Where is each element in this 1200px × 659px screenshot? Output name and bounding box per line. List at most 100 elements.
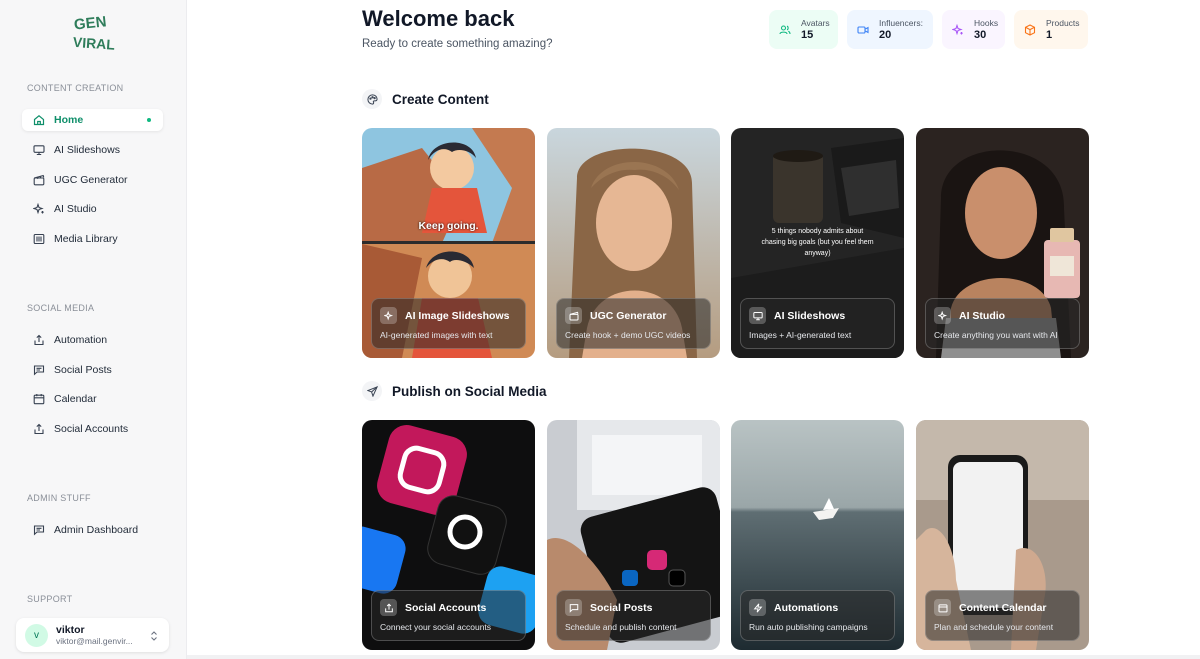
section-title: Publish on Social Media — [392, 383, 547, 399]
monitor-icon — [33, 144, 45, 156]
stat-products[interactable]: Products 1 — [1014, 10, 1088, 49]
sparkles-icon — [934, 307, 951, 324]
card-social-posts[interactable]: Social Posts Schedule and publish conten… — [547, 420, 720, 650]
sidebar-item-social-accounts[interactable]: Social Accounts — [22, 418, 163, 440]
user-account-menu[interactable]: v viktor viktor@mail.genvir... — [16, 618, 169, 652]
users-icon — [777, 22, 792, 37]
card-title: AI Studio — [959, 309, 1006, 322]
stat-hooks[interactable]: Hooks 30 — [942, 10, 1005, 49]
monitor-icon — [749, 307, 766, 324]
card-overlay: Social Posts Schedule and publish conten… — [556, 590, 711, 641]
sparkles-icon — [33, 203, 45, 215]
calendar-icon — [33, 393, 45, 405]
sidebar-item-ugc-generator[interactable]: UGC Generator — [22, 169, 163, 191]
svg-text:VIRAL: VIRAL — [72, 34, 115, 53]
stat-influencers[interactable]: Influencers: 20 — [847, 10, 933, 49]
card-title: Social Posts — [590, 601, 653, 614]
zap-icon — [749, 599, 766, 616]
section-header-create-content: Create Content — [362, 89, 489, 109]
send-icon — [362, 381, 382, 401]
home-icon — [33, 114, 45, 126]
stat-value: 15 — [801, 29, 814, 41]
card-overlay: AI Slideshows Images + AI-generated text — [740, 298, 895, 349]
stat-avatars[interactable]: Avatars 15 — [769, 10, 838, 49]
sidebar-item-label: Home — [54, 114, 84, 126]
sidebar-item-admin-dashboard[interactable]: Admin Dashboard — [22, 519, 163, 541]
sidebar-item-home[interactable]: Home — [22, 109, 163, 131]
card-content-calendar[interactable]: Content Calendar Plan and schedule your … — [916, 420, 1089, 650]
card-social-accounts[interactable]: Social Accounts Connect your social acco… — [362, 420, 535, 650]
sparkles-icon — [950, 22, 965, 37]
stat-label: Hooks — [974, 18, 999, 28]
avatar: v — [25, 623, 48, 647]
message-square-icon — [565, 599, 582, 616]
sidebar-item-label: AI Studio — [54, 203, 97, 215]
user-name: viktor — [56, 624, 85, 636]
sidebar-item-label: Social Accounts — [54, 423, 129, 435]
section-title-support: SUPPORT — [27, 594, 73, 604]
card-title: AI Image Slideshows — [405, 309, 510, 322]
card-overlay: UGC Generator Create hook + demo UGC vid… — [556, 298, 711, 349]
stat-value: 20 — [879, 29, 892, 41]
sidebar-item-ai-studio[interactable]: AI Studio — [22, 198, 163, 220]
sidebar-item-media-library[interactable]: Media Library — [22, 228, 163, 250]
card-description: Plan and schedule your content — [934, 622, 1054, 632]
message-square-icon — [33, 364, 45, 376]
clapperboard-icon — [33, 174, 45, 186]
page-subtitle: Ready to create something amazing? — [362, 38, 553, 50]
card-ai-slideshows[interactable]: 5 things nobody admits about chasing big… — [731, 128, 904, 358]
card-overlay: Automations Run auto publishing campaign… — [740, 590, 895, 641]
sidebar-item-label: Media Library — [54, 233, 118, 245]
package-icon — [1022, 22, 1037, 37]
card-description: Images + AI-generated text — [749, 330, 852, 340]
library-icon — [33, 233, 45, 245]
sidebar-item-label: Automation — [54, 334, 108, 346]
stat-label: Avatars — [801, 18, 830, 28]
svg-text:GEN: GEN — [73, 13, 107, 33]
user-email: viktor@mail.genvir... — [56, 636, 133, 646]
stat-label: Products — [1046, 18, 1080, 28]
card-ai-studio[interactable]: AI Studio Create anything you want with … — [916, 128, 1089, 358]
card-ai-image-slideshows[interactable]: Keep going. AI Image Slideshows AI-gener… — [362, 128, 535, 358]
palette-icon — [362, 89, 382, 109]
section-header-publish: Publish on Social Media — [362, 381, 547, 401]
active-indicator-dot — [147, 118, 151, 122]
video-icon — [855, 22, 870, 37]
card-title: Content Calendar — [959, 601, 1047, 614]
sidebar-item-label: UGC Generator — [54, 174, 128, 186]
card-title: AI Slideshows — [774, 309, 846, 322]
card-title: Social Accounts — [405, 601, 487, 614]
sidebar-item-label: Social Posts — [54, 364, 112, 376]
sidebar-item-automation[interactable]: Automation — [22, 329, 163, 351]
card-description: AI-generated images with text — [380, 330, 493, 340]
card-description: Run auto publishing campaigns — [749, 622, 868, 632]
sidebar-item-social-posts[interactable]: Social Posts — [22, 359, 163, 381]
section-title: Create Content — [392, 91, 489, 107]
message-square-icon — [33, 524, 45, 536]
section-title-admin-stuff: ADMIN STUFF — [27, 493, 91, 503]
card-overlay: Content Calendar Plan and schedule your … — [925, 590, 1080, 641]
card-automations[interactable]: Automations Run auto publishing campaign… — [731, 420, 904, 650]
sidebar-item-calendar[interactable]: Calendar — [22, 388, 163, 410]
sidebar-item-label: Admin Dashboard — [54, 524, 139, 536]
card-description: Create hook + demo UGC videos — [565, 330, 691, 340]
sidebar-item-label: AI Slideshows — [54, 144, 120, 156]
genviral-logo-mark: GEN VIRAL — [72, 13, 115, 53]
sidebar-item-label: Calendar — [54, 393, 97, 405]
card-overlay: AI Image Slideshows AI-generated images … — [371, 298, 526, 349]
share-icon — [33, 423, 45, 435]
card-overlay: AI Studio Create anything you want with … — [925, 298, 1080, 349]
chevrons-up-down-icon — [149, 629, 159, 641]
section-title-content-creation: CONTENT CREATION — [27, 83, 124, 93]
share-icon — [380, 599, 397, 616]
sidebar: GEN VIRAL CONTENT CREATION Home AI Slide… — [0, 0, 187, 659]
card-title: UGC Generator — [590, 309, 667, 322]
card-ugc-generator[interactable]: UGC Generator Create hook + demo UGC vid… — [547, 128, 720, 358]
share-icon — [33, 334, 45, 346]
stat-value: 30 — [974, 29, 987, 41]
slideshow-caption: Keep going. — [418, 220, 479, 232]
genviral-logo[interactable]: GEN VIRAL — [70, 12, 116, 58]
sparkles-icon — [380, 307, 397, 324]
slideshow-caption: 5 things nobody admits about chasing big… — [761, 228, 874, 257]
sidebar-item-ai-slideshows[interactable]: AI Slideshows — [22, 139, 163, 161]
